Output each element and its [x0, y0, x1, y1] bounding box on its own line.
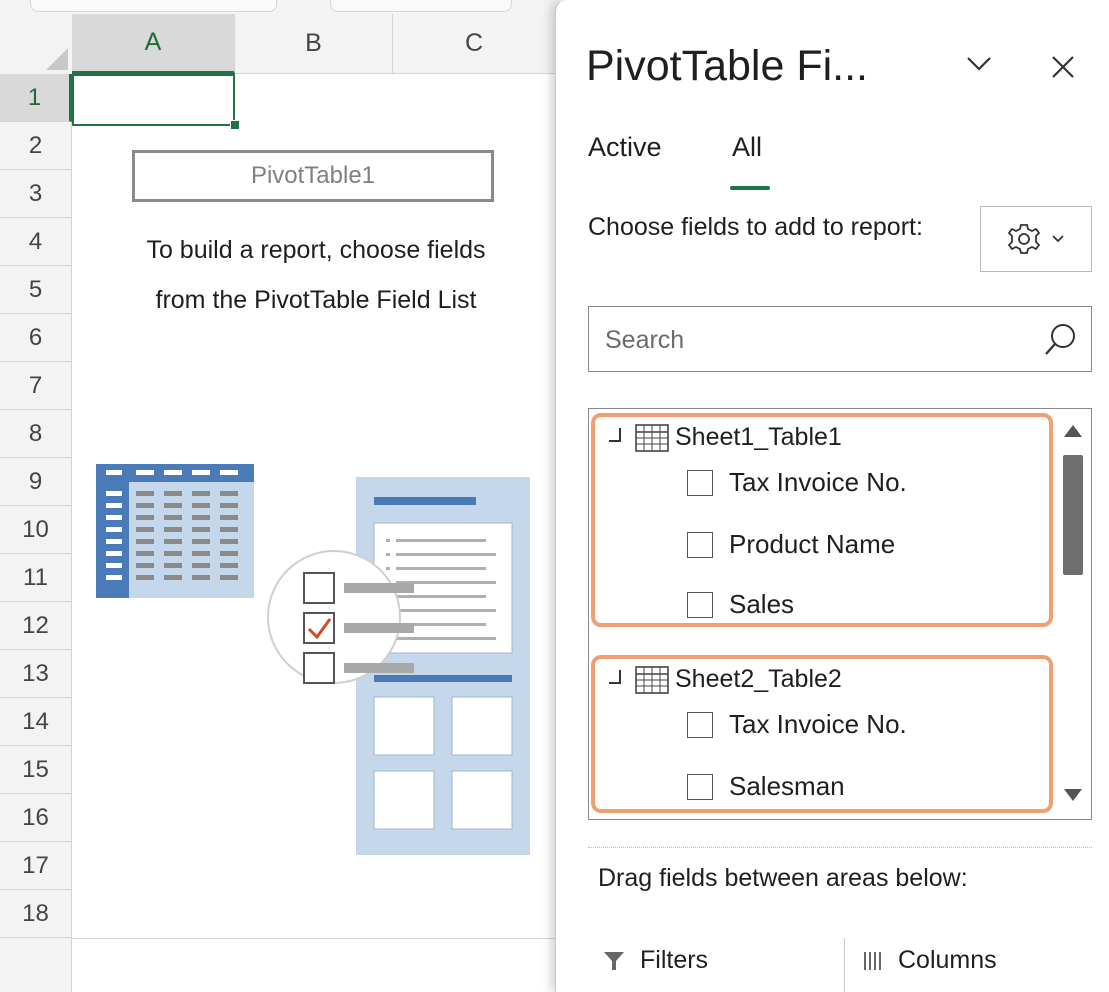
- row-header-7[interactable]: 7: [0, 362, 72, 410]
- field-list-scrollbar[interactable]: [1055, 409, 1091, 819]
- fill-handle[interactable]: [230, 120, 240, 130]
- close-icon[interactable]: [1050, 54, 1076, 80]
- row-header-9[interactable]: 9: [0, 458, 72, 506]
- data-table-graphic: [96, 464, 254, 598]
- row-header-2[interactable]: 2: [0, 122, 72, 170]
- scroll-up-arrow-icon[interactable]: [1064, 425, 1082, 437]
- row-header-4[interactable]: 4: [0, 218, 72, 266]
- row-header-16[interactable]: 16: [0, 794, 72, 842]
- row-header-6[interactable]: 6: [0, 314, 72, 362]
- filter-icon: [604, 951, 624, 970]
- row-header-5[interactable]: 5: [0, 266, 72, 314]
- area-divider: [844, 938, 845, 992]
- row-header-blank: [0, 938, 72, 992]
- field-checkbox[interactable]: [687, 591, 713, 618]
- toolbar-segment: [30, 0, 277, 12]
- field-checkbox[interactable]: [687, 531, 713, 558]
- pane-separator: [588, 847, 1092, 848]
- field-checkbox[interactable]: [687, 773, 713, 800]
- search-icon[interactable]: [1043, 321, 1079, 357]
- worksheet[interactable]: A B C 1 2 3 4 5 6 7 8 9 10 11 12 13 14 1…: [0, 14, 555, 992]
- pivot-illustration: [96, 464, 530, 855]
- gear-icon: [1007, 224, 1041, 254]
- toolbar-segment: [330, 0, 512, 12]
- selected-cell-a1[interactable]: [72, 74, 235, 126]
- row-header-1[interactable]: 1: [0, 74, 72, 122]
- select-all-corner[interactable]: [0, 14, 73, 75]
- column-header-b[interactable]: B: [235, 14, 393, 74]
- row-header-11[interactable]: 11: [0, 554, 72, 602]
- tab-all-underline: [730, 186, 770, 190]
- scroll-down-arrow-icon[interactable]: [1064, 789, 1082, 801]
- row-header-18[interactable]: 18: [0, 890, 72, 938]
- field-item[interactable]: Salesman: [687, 771, 845, 802]
- collapse-icon[interactable]: [609, 427, 621, 442]
- collapse-icon[interactable]: [609, 669, 621, 684]
- field-search-input[interactable]: [603, 317, 1027, 363]
- pivot-hint-line-1: To build a report, choose fields: [146, 236, 486, 264]
- field-checkbox[interactable]: [687, 469, 713, 496]
- field-label: Sales: [729, 589, 795, 619]
- field-item[interactable]: Sales: [687, 589, 794, 620]
- field-checkbox[interactable]: [687, 711, 713, 738]
- columns-icon: [864, 951, 881, 970]
- tab-active[interactable]: Active: [588, 132, 662, 163]
- columns-area[interactable]: Columns: [862, 946, 997, 975]
- table-name: Sheet2_Table2: [675, 665, 842, 693]
- field-list[interactable]: Sheet1_Table1 Tax Invoice No. Product Na…: [588, 408, 1092, 820]
- scroll-thumb[interactable]: [1063, 455, 1083, 575]
- tab-all[interactable]: All: [732, 132, 762, 163]
- table-icon: [635, 423, 669, 452]
- row-header-14[interactable]: 14: [0, 698, 72, 746]
- row-header-15[interactable]: 15: [0, 746, 72, 794]
- row-header-13[interactable]: 13: [0, 650, 72, 698]
- pivot-hint-line-2: from the PivotTable Field List: [155, 286, 477, 314]
- chevron-down-icon[interactable]: [964, 54, 994, 74]
- chevron-down-icon: [1052, 235, 1064, 243]
- drag-fields-label: Drag fields between areas below:: [598, 864, 968, 892]
- field-search-box[interactable]: [588, 306, 1092, 372]
- table-header[interactable]: Sheet1_Table1: [609, 423, 842, 452]
- select-all-triangle: [46, 48, 68, 70]
- table-group-sheet2: Sheet2_Table2 Tax Invoice No. Salesman: [591, 655, 1053, 813]
- table-name: Sheet1_Table1: [675, 423, 842, 451]
- column-header-c[interactable]: C: [393, 14, 555, 74]
- field-label: Salesman: [729, 771, 845, 801]
- pivot-table-placeholder[interactable]: PivotTable1: [132, 150, 494, 202]
- field-label: Tax Invoice No.: [729, 467, 907, 497]
- pane-title: PivotTable Fi...: [586, 42, 868, 90]
- filters-area[interactable]: Filters: [602, 946, 708, 975]
- filters-label: Filters: [640, 946, 709, 974]
- row-header-12[interactable]: 12: [0, 602, 72, 650]
- row-header-17[interactable]: 17: [0, 842, 72, 890]
- field-item[interactable]: Tax Invoice No.: [687, 709, 907, 740]
- pivot-fields-pane: PivotTable Fi... Active All Choose field…: [555, 0, 1109, 992]
- grid-bottom-line: [72, 938, 555, 939]
- table-icon: [635, 665, 669, 694]
- choose-fields-label: Choose fields to add to report:: [588, 213, 923, 241]
- row-header-10[interactable]: 10: [0, 506, 72, 554]
- field-item[interactable]: Tax Invoice No.: [687, 467, 907, 498]
- field-label: Product Name: [729, 529, 896, 559]
- columns-label: Columns: [898, 946, 997, 974]
- row-header-3[interactable]: 3: [0, 170, 72, 218]
- row-header-8[interactable]: 8: [0, 410, 72, 458]
- table-header[interactable]: Sheet2_Table2: [609, 665, 842, 694]
- field-item[interactable]: Product Name: [687, 529, 895, 560]
- field-label: Tax Invoice No.: [729, 709, 907, 739]
- field-settings-button[interactable]: [980, 206, 1092, 272]
- table-group-sheet1: Sheet1_Table1 Tax Invoice No. Product Na…: [591, 413, 1053, 627]
- column-header-a[interactable]: A: [72, 14, 235, 74]
- top-strip: [0, 0, 560, 15]
